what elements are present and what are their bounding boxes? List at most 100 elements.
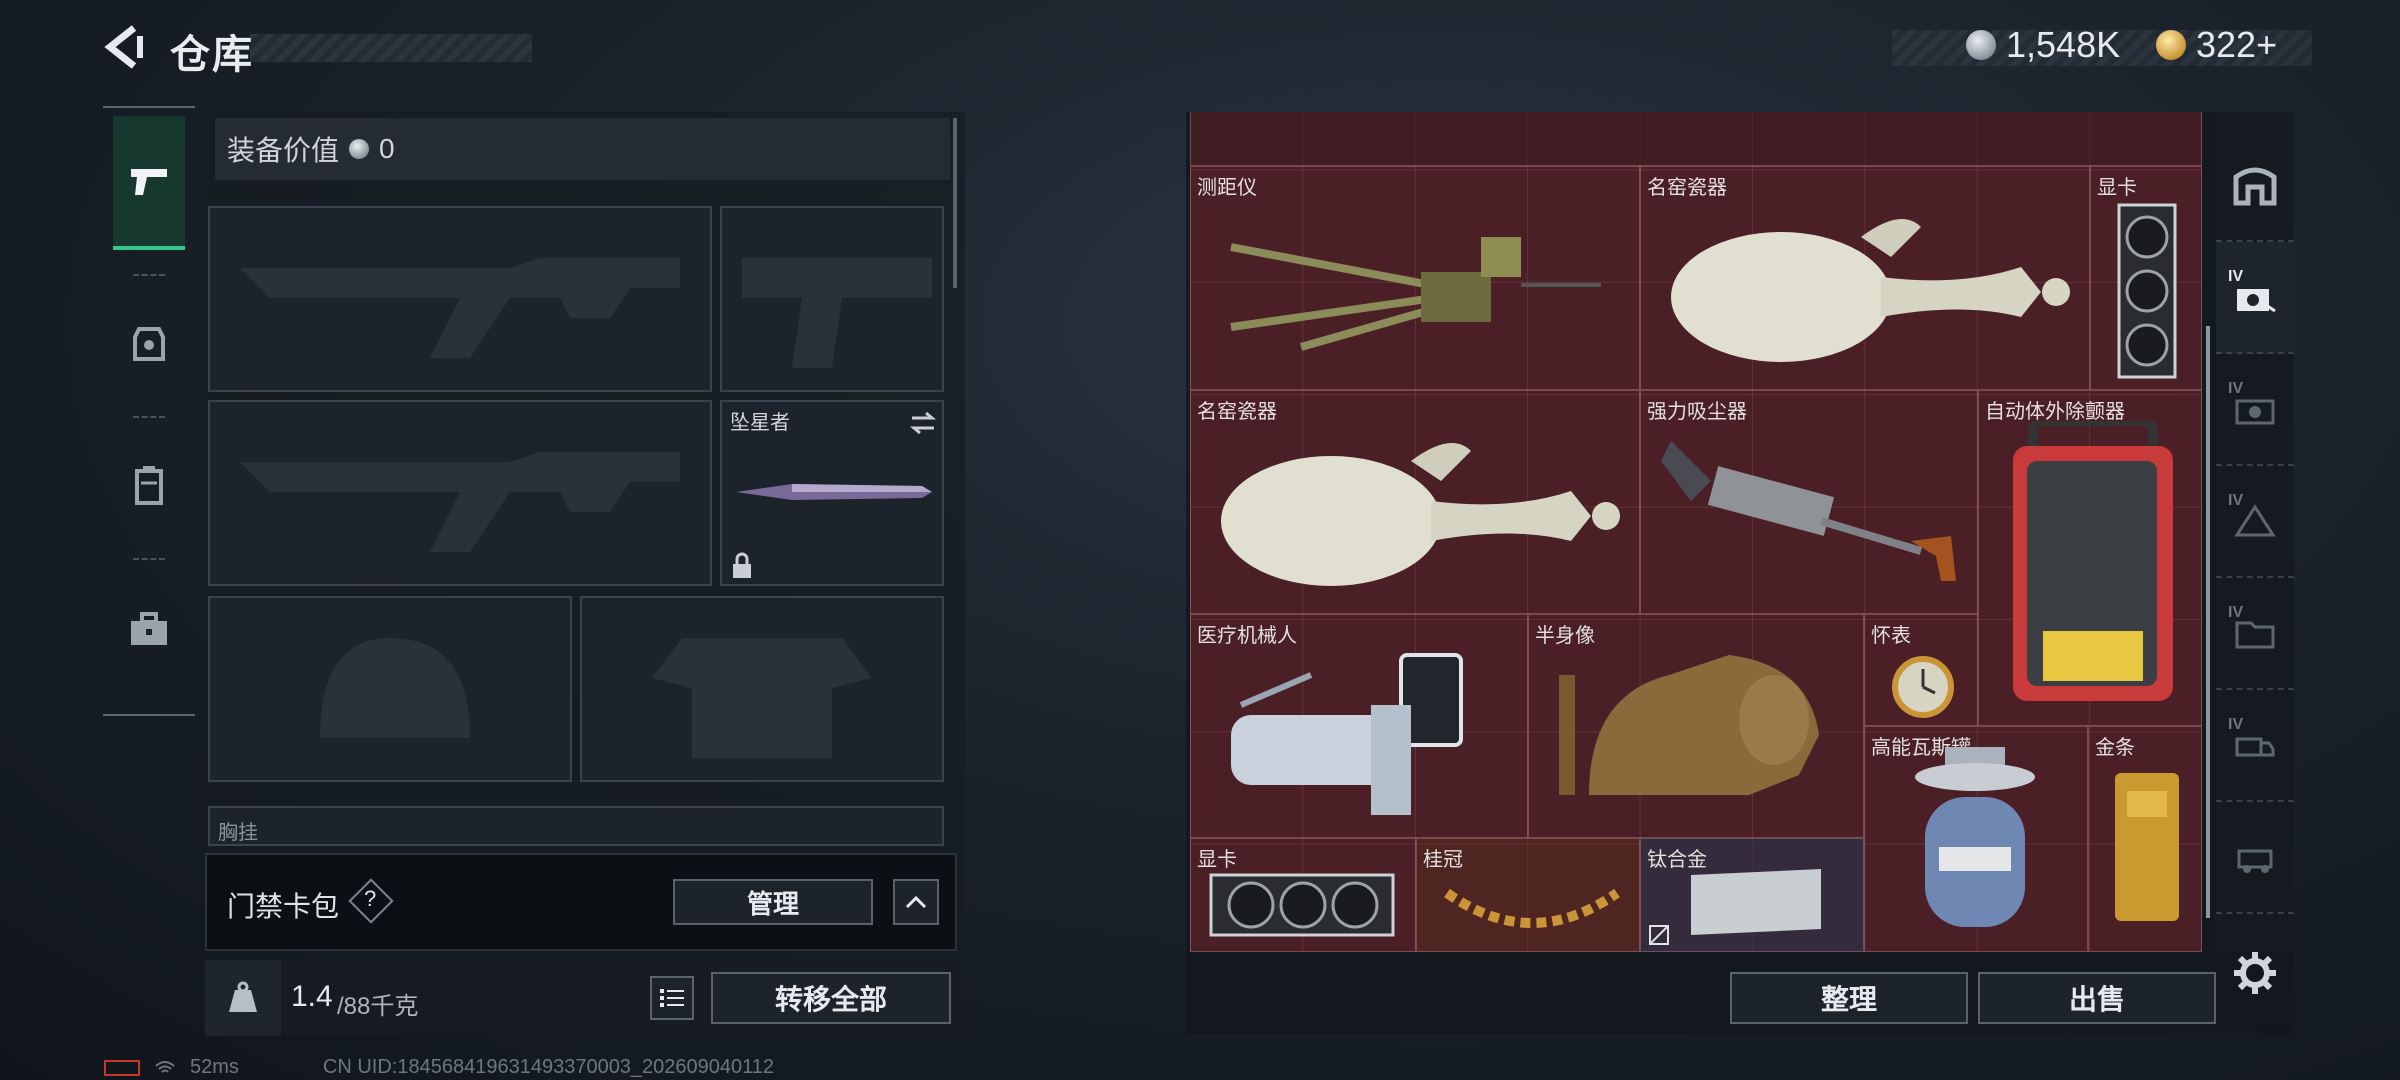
item-label: 测距仪 bbox=[1197, 177, 1257, 199]
manage-button[interactable]: 管理 bbox=[673, 879, 873, 925]
stash-item-titanium[interactable]: 钛合金 bbox=[1640, 838, 1864, 952]
pistol-icon bbox=[131, 169, 167, 195]
sort-button[interactable]: 整理 bbox=[1730, 972, 1968, 1024]
help-mark: ? bbox=[364, 886, 377, 911]
chest-rig-label: 胸挂 bbox=[218, 822, 258, 844]
list-icon bbox=[660, 989, 684, 1007]
armor-icon bbox=[133, 327, 165, 361]
knife-icon bbox=[736, 484, 932, 500]
stash-item-medical-robot[interactable]: 医疗机械人 bbox=[1190, 614, 1528, 838]
sell-button[interactable]: 出售 bbox=[1978, 972, 2216, 1024]
list-view-button[interactable] bbox=[650, 976, 694, 1020]
left-nav bbox=[103, 106, 195, 716]
stash-item-gas-canister[interactable]: 高能瓦斯罐 bbox=[1864, 726, 2088, 952]
weight-current: 1.4 bbox=[291, 980, 333, 1013]
titanium-plate-icon bbox=[1691, 869, 1821, 935]
lock-icon bbox=[733, 552, 751, 578]
stash-item-bust[interactable]: 半身像 bbox=[1528, 614, 1864, 838]
graphics-card-icon bbox=[2117, 203, 2177, 379]
battery-icon bbox=[104, 1059, 140, 1076]
stash-partial-row bbox=[1190, 112, 2202, 166]
melee-slot[interactable]: 坠星者 bbox=[720, 400, 944, 586]
weight-max: /88千克 bbox=[337, 993, 419, 1020]
equipment-value: 装备价值 0 bbox=[215, 118, 950, 180]
silver-amount: 1,548K bbox=[2006, 24, 2121, 65]
no-drop-icon bbox=[1649, 925, 1669, 945]
equipment-value-amount: 0 bbox=[379, 133, 395, 164]
melee-name: 坠星者 bbox=[730, 412, 790, 434]
stash-tab-5[interactable]: IV bbox=[2216, 690, 2294, 802]
stash-item-gpu[interactable]: 显卡 bbox=[1190, 838, 1416, 952]
laurel-crown-icon bbox=[1444, 888, 1620, 928]
stash-item-rangefinder[interactable]: 测距仪 bbox=[1190, 166, 1640, 390]
vacuum-icon bbox=[1661, 441, 1956, 581]
stash-item-gold-bar[interactable]: 金条 bbox=[2088, 726, 2202, 952]
stash-item-pocket-watch[interactable]: 怀表 bbox=[1864, 614, 1978, 726]
stash-item-laurel[interactable]: 桂冠 bbox=[1416, 838, 1640, 952]
medical-robot-icon bbox=[1231, 653, 1463, 815]
gold-amount: 322+ bbox=[2196, 24, 2278, 65]
backpack-icon bbox=[135, 466, 163, 505]
armor-silhouette-icon bbox=[652, 638, 872, 758]
item-label: 自动体外除颤器 bbox=[1985, 401, 2125, 423]
secondary-weapon-slot[interactable] bbox=[720, 206, 944, 392]
body-armor-slot[interactable] bbox=[580, 596, 944, 782]
equipment-scrollbar[interactable] bbox=[953, 118, 957, 288]
uid-text: CN UID:184568419631493370003_20260904011… bbox=[322, 1056, 775, 1078]
helmet-silhouette-icon bbox=[320, 638, 470, 738]
tab-level: IV bbox=[2228, 716, 2244, 733]
swap-icon[interactable] bbox=[908, 410, 938, 436]
stash-item-porcelain[interactable]: 名窑瓷器 bbox=[1640, 166, 2090, 390]
keycard-bar: 门禁卡包 ? 管理 bbox=[205, 853, 957, 951]
tab-level: IV bbox=[2228, 380, 2244, 397]
defibrillator-icon bbox=[2013, 421, 2173, 701]
stash-item-vacuum[interactable]: 强力吸尘器 bbox=[1640, 390, 1978, 614]
tab-level: IV bbox=[2228, 492, 2244, 509]
item-label: 显卡 bbox=[2097, 177, 2137, 199]
stash-scrollbar[interactable] bbox=[2206, 326, 2210, 918]
stash-item-aed[interactable]: 自动体外除颤器 bbox=[1978, 390, 2202, 726]
nav-backpack[interactable] bbox=[113, 420, 185, 550]
stash-tab-3[interactable]: IV bbox=[2216, 466, 2294, 578]
stash-item-porcelain[interactable]: 名窑瓷器 bbox=[1190, 390, 1640, 614]
rangefinder-icon bbox=[1230, 237, 1601, 351]
tab-level: IV bbox=[2228, 604, 2244, 621]
item-label: 桂冠 bbox=[1423, 849, 1463, 871]
nav-armor[interactable] bbox=[113, 278, 185, 408]
gold-currency[interactable]: 322+ bbox=[2156, 24, 2277, 66]
toolbox-icon bbox=[131, 612, 167, 645]
rifle-silhouette-icon bbox=[240, 452, 680, 552]
primary-weapon-slot-2[interactable] bbox=[208, 400, 712, 586]
wifi-icon bbox=[155, 1060, 175, 1073]
item-label: 名窑瓷器 bbox=[1647, 177, 1727, 199]
weight-icon-box bbox=[205, 960, 281, 1036]
stash-tab-4[interactable]: IV bbox=[2216, 578, 2294, 690]
gold-bar-icon bbox=[2115, 773, 2179, 921]
collapse-button[interactable] bbox=[893, 879, 939, 925]
primary-weapon-slot[interactable] bbox=[208, 206, 712, 392]
gold-coin-icon bbox=[2156, 30, 2186, 60]
title-stripe bbox=[250, 34, 532, 62]
silver-currency: 1,548K bbox=[1966, 24, 2120, 66]
stash-tabs: IV IV IV IV IV bbox=[2216, 112, 2294, 952]
stash-tab-2[interactable]: IV bbox=[2216, 354, 2294, 466]
item-label: 名窑瓷器 bbox=[1197, 401, 1277, 423]
item-label: 医疗机械人 bbox=[1197, 625, 1297, 647]
equipment-value-label: 装备价值 bbox=[227, 135, 340, 166]
nav-toolbox[interactable] bbox=[113, 564, 185, 694]
stash-item-gpu[interactable]: 显卡 bbox=[2090, 166, 2202, 390]
back-arrow-icon[interactable] bbox=[100, 22, 150, 72]
chest-rig-slot[interactable]: 胸挂 bbox=[208, 806, 944, 846]
stash-tab-6[interactable] bbox=[2216, 802, 2294, 914]
item-label: 金条 bbox=[2095, 737, 2135, 759]
stash-tab-home[interactable] bbox=[2216, 130, 2294, 242]
gas-canister-icon bbox=[1915, 747, 2035, 927]
settings-gear-icon[interactable] bbox=[2232, 950, 2278, 996]
porcelain-vase-icon bbox=[1221, 443, 1620, 586]
stash-grid: 测距仪 名窑瓷器 显卡 名窑瓷器 强力吸尘器 自动体外除颤器 医疗机械人 半身像… bbox=[1190, 112, 2202, 952]
transfer-all-button[interactable]: 转移全部 bbox=[711, 972, 951, 1024]
helmet-slot[interactable] bbox=[208, 596, 572, 782]
stash-tab-1[interactable]: IV bbox=[2216, 242, 2294, 354]
nav-weapons[interactable] bbox=[113, 116, 185, 250]
keycard-label: 门禁卡包 bbox=[227, 891, 340, 922]
